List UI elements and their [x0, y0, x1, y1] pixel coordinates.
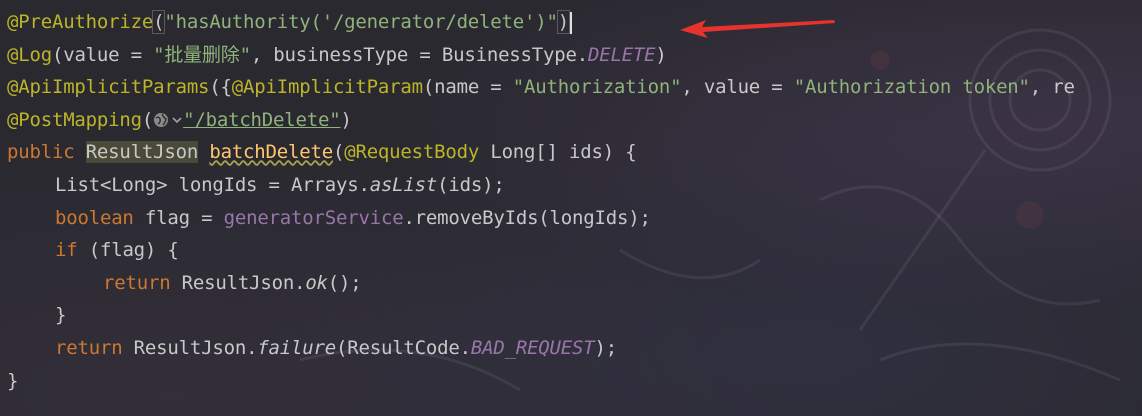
code-text: ({: [209, 76, 232, 99]
api-implicit-params-annotation: @ApiImplicitParams: [7, 76, 210, 99]
chevron-down-icon: [172, 117, 182, 124]
keyword-if: if: [55, 239, 78, 262]
string-literal: "批量删除": [153, 43, 251, 66]
keyword-return: return: [55, 336, 123, 359]
code-line-12: }: [7, 365, 1075, 398]
text-caret: [569, 11, 572, 34]
code-line-5: public ResultJson batchDelete(@RequestBo…: [7, 136, 1075, 169]
enum-field: DELETE: [587, 43, 656, 66]
code-text: Long[] ids) {: [479, 141, 637, 164]
code-text: }: [7, 369, 19, 392]
keyword-boolean: boolean: [55, 206, 134, 229]
code-line-7: boolean flag = generatorService.removeBy…: [7, 202, 1075, 235]
method-name: batchDelete: [209, 141, 333, 164]
string-literal: "Authorization token": [793, 76, 1030, 99]
close-paren: ): [556, 10, 571, 34]
code-text: , value =: [681, 76, 794, 99]
post-mapping-annotation: @PostMapping: [7, 108, 142, 131]
code-text: ): [340, 108, 352, 131]
red-arrow-icon: [680, 20, 835, 38]
code-line-6: List<Long> longIds = Arrays.asList(ids);: [7, 169, 1075, 202]
return-type: ResultJson: [85, 141, 199, 164]
open-paren: (: [152, 10, 166, 34]
log-annotation: @Log: [7, 43, 52, 66]
code-text: ResultJson.: [170, 271, 306, 294]
code-text: (ResultCode.: [336, 336, 471, 359]
request-body-annotation: @RequestBody: [344, 141, 480, 164]
code-line-9: return ResultJson.ok();: [7, 267, 1075, 300]
code-block[interactable]: @PreAuthorize("hasAuthority('/generator/…: [7, 6, 1075, 397]
code-text: (flag) {: [77, 239, 179, 262]
code-text: (value =: [51, 43, 154, 66]
code-line-4: @PostMapping( "/batchDelete"): [7, 104, 1075, 137]
service-field: generatorService: [223, 206, 404, 229]
code-line-1: @PreAuthorize("hasAuthority('/generator/…: [7, 6, 1075, 39]
code-text: List<Long> longIds = Arrays.: [55, 173, 370, 196]
code-text: , re: [1029, 76, 1075, 99]
string-literal: "Authorization": [512, 76, 682, 99]
code-line-10: }: [7, 299, 1075, 332]
code-text: .removeByIds(longIds);: [403, 206, 651, 229]
code-text: (name =: [422, 76, 513, 99]
code-text: (: [332, 141, 345, 164]
static-method: asList: [369, 173, 438, 196]
code-text: (ids);: [437, 173, 505, 196]
keyword-return: return: [103, 271, 171, 294]
code-line-11: return ResultJson.failure(ResultCode.BAD…: [7, 332, 1075, 365]
code-text: }: [55, 304, 67, 327]
code-text: ();: [327, 271, 362, 294]
code-text: , businessType = BusinessType.: [250, 43, 588, 66]
url-string-literal[interactable]: "/batchDelete": [183, 109, 341, 131]
url-inlay-hint[interactable]: [153, 112, 183, 128]
code-line-2: @Log(value = "批量删除", businessType = Busi…: [7, 39, 1075, 72]
code-line-8: if (flag) {: [7, 234, 1075, 267]
code-line-3: @ApiImplicitParams({@ApiImplicitParam(na…: [7, 71, 1075, 104]
code-text: ResultJson.: [122, 336, 258, 359]
static-method: ok: [305, 271, 328, 294]
code-text: (: [141, 108, 154, 131]
code-text: );: [594, 336, 618, 359]
code-text: flag =: [133, 206, 224, 229]
pre-authorize-annotation: @PreAuthorize: [7, 11, 154, 33]
string-literal: "hasAuthority('/generator/delete')": [164, 11, 558, 33]
globe-icon: [154, 113, 169, 128]
api-implicit-param-annotation: @ApiImplicitParam: [231, 76, 423, 99]
static-method: failure: [257, 336, 336, 359]
keyword-public: public: [7, 141, 75, 164]
enum-field: BAD_REQUEST: [470, 336, 595, 359]
code-editor[interactable]: @PreAuthorize("hasAuthority('/generator/…: [0, 0, 1142, 416]
code-text: ): [655, 43, 667, 66]
